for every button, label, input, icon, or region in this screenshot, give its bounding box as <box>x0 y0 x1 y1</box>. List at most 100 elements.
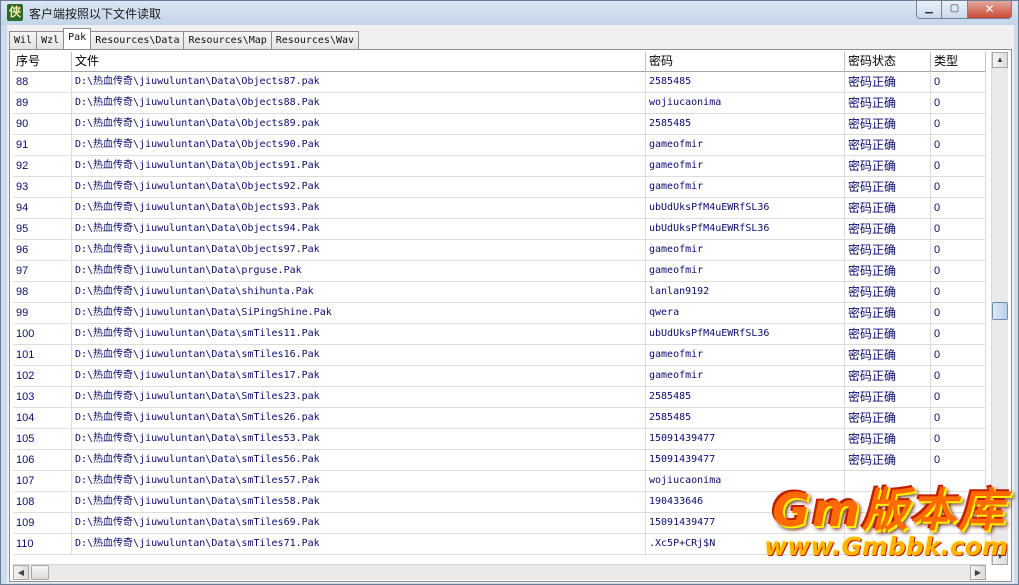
password-cell: ubUdUksPfM4uEWRfSL36 <box>646 198 845 218</box>
scroll-down-arrow-icon[interactable]: ▼ <box>992 549 1008 565</box>
minimize-button[interactable]: ▁ <box>916 1 942 19</box>
column-header-password[interactable]: 密码 <box>646 52 845 72</box>
horizontal-scroll-thumb[interactable] <box>31 565 49 580</box>
row-index-cell: 107 <box>13 471 72 491</box>
type-cell: 0 <box>931 72 986 92</box>
password-status-cell: 密码正确 <box>845 429 931 449</box>
table-row[interactable]: 99 D:\热血传奇\jiuwuluntan\Data\SiPingShine.P… <box>13 303 986 324</box>
file-path-cell: D:\热血传奇\jiuwuluntan\Data\smTiles71.Pak <box>72 534 646 554</box>
scroll-up-arrow-icon[interactable]: ▲ <box>992 52 1008 68</box>
scroll-right-arrow-icon[interactable]: ▶ <box>970 565 986 580</box>
tab-pak[interactable]: Pak <box>63 28 92 49</box>
file-path-cell: D:\热血传奇\jiuwuluntan\Data\smTiles56.Pak <box>72 450 646 470</box>
table-row[interactable]: 92 D:\热血传奇\jiuwuluntan\Data\Objects91.Pak… <box>13 156 986 177</box>
file-path-cell: D:\热血传奇\jiuwuluntan\Data\smTiles57.Pak <box>72 471 646 491</box>
password-status-cell: 密码正确 <box>845 72 931 92</box>
table-row[interactable]: 98 D:\热血传奇\jiuwuluntan\Data\shihunta.Pak l… <box>13 282 986 303</box>
file-path-cell: D:\热血传奇\jiuwuluntan\Data\smTiles17.Pak <box>72 366 646 386</box>
password-status-cell: 密码正确 <box>845 324 931 344</box>
tab-resources-wav[interactable]: Resources\Wav <box>270 31 360 49</box>
type-cell: 0 <box>931 240 986 260</box>
table-row[interactable]: 109 D:\热血传奇\jiuwuluntan\Data\smTiles69.Pa… <box>13 513 986 534</box>
table-row[interactable]: 91 D:\热血传奇\jiuwuluntan\Data\Objects90.Pak… <box>13 135 986 156</box>
table-row[interactable]: 95 D:\热血传奇\jiuwuluntan\Data\Objects94.Pak… <box>13 219 986 240</box>
file-path-cell: D:\热血传奇\jiuwuluntan\Data\prguse.Pak <box>72 261 646 281</box>
tab-wil[interactable]: Wil <box>9 31 38 49</box>
table-row[interactable]: 107 D:\热血传奇\jiuwuluntan\Data\smTiles57.Pa… <box>13 471 986 492</box>
row-index-cell: 92 <box>13 156 72 176</box>
password-status-cell: 密码正确 <box>845 198 931 218</box>
maximize-button[interactable]: ▢ <box>942 1 968 19</box>
file-path-cell: D:\热血传奇\jiuwuluntan\Data\Objects94.Pak <box>72 219 646 239</box>
file-path-cell: D:\热血传奇\jiuwuluntan\Data\SmTiles26.pak <box>72 408 646 428</box>
type-cell: 0 <box>931 198 986 218</box>
password-cell: 2585485 <box>646 72 845 92</box>
table-row[interactable]: 104 D:\热血传奇\jiuwuluntan\Data\SmTiles26.pa… <box>13 408 986 429</box>
title-bar[interactable]: 侠 客户端按照以下文件读取 ▁ ▢ ✕ <box>1 1 1018 25</box>
table-row[interactable]: 102 D:\热血传奇\jiuwuluntan\Data\smTiles17.Pa… <box>13 366 986 387</box>
type-cell: 0 <box>931 366 986 386</box>
table-row[interactable]: 93 D:\热血传奇\jiuwuluntan\Data\Objects92.Pak… <box>13 177 986 198</box>
table-row[interactable]: 106 D:\热血传奇\jiuwuluntan\Data\smTiles56.Pa… <box>13 450 986 471</box>
row-index-cell: 99 <box>13 303 72 323</box>
type-cell: 0 <box>931 324 986 344</box>
file-path-cell: D:\热血传奇\jiuwuluntan\Data\Objects97.Pak <box>72 240 646 260</box>
password-cell: 2585485 <box>646 387 845 407</box>
file-path-cell: D:\热血传奇\jiuwuluntan\Data\Objects88.Pak <box>72 93 646 113</box>
column-header-type[interactable]: 类型 <box>931 52 986 72</box>
tab-resources-data[interactable]: Resources\Data <box>90 31 185 49</box>
row-index-cell: 104 <box>13 408 72 428</box>
vertical-scroll-thumb[interactable] <box>992 302 1008 320</box>
type-cell: 0 <box>931 303 986 323</box>
password-cell: 190433646 <box>646 492 845 512</box>
password-cell: qwera <box>646 303 845 323</box>
vertical-scrollbar[interactable]: ▲ ▼ <box>991 52 1008 565</box>
file-path-cell: D:\热血传奇\jiuwuluntan\Data\shihunta.Pak <box>72 282 646 302</box>
table-row[interactable]: 96 D:\热血传奇\jiuwuluntan\Data\Objects97.Pak… <box>13 240 986 261</box>
table-row[interactable]: 110 D:\热血传奇\jiuwuluntan\Data\smTiles71.Pa… <box>13 534 986 555</box>
file-path-cell: D:\热血传奇\jiuwuluntan\Data\Objects92.Pak <box>72 177 646 197</box>
grid-header: 序号 文件 密码 密码状态 类型 <box>13 52 986 72</box>
window-controls: ▁ ▢ ✕ <box>916 1 1012 19</box>
password-cell: gameofmir <box>646 261 845 281</box>
column-header-status[interactable]: 密码状态 <box>845 52 931 72</box>
table-row[interactable]: 90 D:\热血传奇\jiuwuluntan\Data\Objects89.pak… <box>13 114 986 135</box>
password-status-cell: 密码正确 <box>845 114 931 134</box>
password-cell: wojiucaonima <box>646 93 845 113</box>
table-row[interactable]: 89 D:\热血传奇\jiuwuluntan\Data\Objects88.Pak… <box>13 93 986 114</box>
column-header-index[interactable]: 序号 <box>13 52 72 72</box>
type-cell: 0 <box>931 408 986 428</box>
password-status-cell: 密码正确 <box>845 240 931 260</box>
table-row[interactable]: 97 D:\热血传奇\jiuwuluntan\Data\prguse.Pak gam… <box>13 261 986 282</box>
horizontal-scrollbar[interactable]: ◀ ▶ <box>13 564 986 580</box>
table-row[interactable]: 108 D:\热血传奇\jiuwuluntan\Data\smTiles58.Pa… <box>13 492 986 513</box>
table-row[interactable]: 103 D:\热血传奇\jiuwuluntan\Data\SmTiles23.pa… <box>13 387 986 408</box>
column-header-file[interactable]: 文件 <box>72 52 646 72</box>
table-row[interactable]: 88 D:\热血传奇\jiuwuluntan\Data\Objects87.pak… <box>13 72 986 93</box>
row-index-cell: 96 <box>13 240 72 260</box>
row-index-cell: 106 <box>13 450 72 470</box>
table-row[interactable]: 94 D:\热血传奇\jiuwuluntan\Data\Objects93.Pak… <box>13 198 986 219</box>
type-cell: 0 <box>931 261 986 281</box>
row-index-cell: 101 <box>13 345 72 365</box>
type-cell: 0 <box>931 387 986 407</box>
type-cell <box>931 513 986 533</box>
type-cell: 0 <box>931 156 986 176</box>
tab-resources-map[interactable]: Resources\Map <box>183 31 272 49</box>
password-cell: 15091439477 <box>646 429 845 449</box>
tab-wzl[interactable]: Wzl <box>36 31 65 49</box>
password-cell: gameofmir <box>646 135 845 155</box>
scroll-left-arrow-icon[interactable]: ◀ <box>13 565 29 580</box>
table-row[interactable]: 100 D:\热血传奇\jiuwuluntan\Data\smTiles11.Pa… <box>13 324 986 345</box>
password-status-cell: 密码正确 <box>845 156 931 176</box>
type-cell: 0 <box>931 219 986 239</box>
file-path-cell: D:\热血传奇\jiuwuluntan\Data\smTiles53.Pak <box>72 429 646 449</box>
file-grid[interactable]: 序号 文件 密码 密码状态 类型 88 D:\热血传奇\jiuwuluntan\D… <box>13 52 986 565</box>
close-button[interactable]: ✕ <box>968 1 1012 19</box>
password-status-cell: 密码正确 <box>845 387 931 407</box>
table-row[interactable]: 105 D:\热血传奇\jiuwuluntan\Data\smTiles53.Pa… <box>13 429 986 450</box>
password-cell: 15091439477 <box>646 513 845 533</box>
password-status-cell <box>845 513 931 533</box>
table-row[interactable]: 101 D:\热血传奇\jiuwuluntan\Data\smTiles16.Pa… <box>13 345 986 366</box>
type-cell <box>931 534 986 554</box>
